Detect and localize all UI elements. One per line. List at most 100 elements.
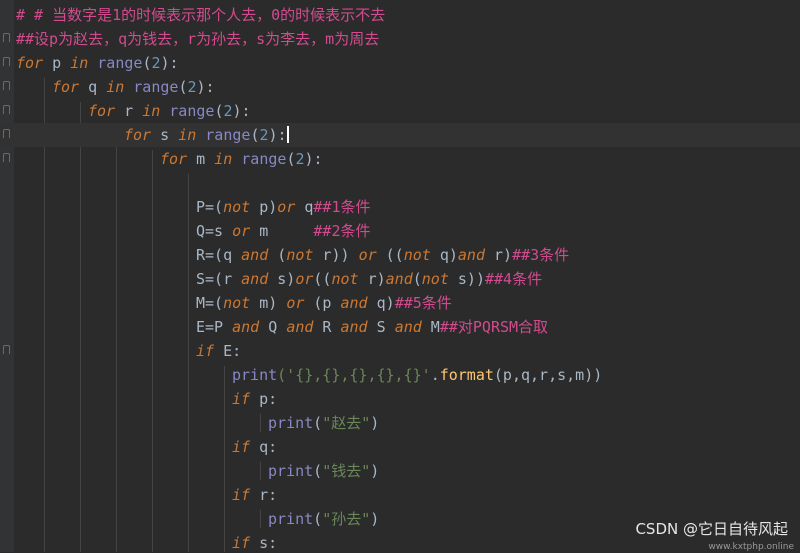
- code-token: R=(q: [196, 246, 242, 264]
- code-token: P=(: [196, 198, 224, 216]
- code-token: q): [367, 294, 395, 312]
- variable: q: [88, 78, 98, 96]
- number: 2: [151, 54, 161, 72]
- assign-p: P=(not p)or q##1条件: [196, 197, 371, 217]
- code-line[interactable]: if E:: [0, 339, 800, 363]
- code-token: s): [268, 270, 296, 288]
- code-token: (: [268, 246, 287, 264]
- code-token: S=(r: [196, 270, 242, 288]
- code-line[interactable]: R=(q and (not r)) or ((not q)and r)##3条件: [0, 243, 800, 267]
- fold-marker-icon[interactable]: [3, 57, 10, 66]
- code-token: q): [430, 246, 458, 264]
- code-token: (: [313, 414, 323, 432]
- code-line[interactable]: print('{},{},{},{},{}'.format(p,q,r,s,m)…: [0, 363, 800, 387]
- keyword: in: [142, 102, 161, 120]
- if-statement: if p:: [232, 389, 277, 409]
- code-token: M: [421, 318, 440, 336]
- keyword: not: [223, 294, 251, 312]
- code-token: Q=s: [196, 222, 233, 240]
- code-line[interactable]: Q=s or m ##2条件: [0, 219, 800, 243]
- code-token: E=P: [196, 318, 233, 336]
- operator: ):: [268, 126, 287, 144]
- code-line[interactable]: [0, 171, 800, 195]
- code-line[interactable]: if q:: [0, 435, 800, 459]
- variable: s: [160, 126, 170, 144]
- code-line[interactable]: if p:: [0, 387, 800, 411]
- operator: ):: [196, 78, 215, 96]
- keyword: and: [457, 246, 485, 264]
- code-line[interactable]: for p in range(2):: [0, 51, 800, 75]
- for-loop-r: for r in range(2):: [88, 101, 251, 121]
- builtin: range: [133, 78, 179, 96]
- comment: ##3条件: [512, 246, 570, 264]
- code-line[interactable]: M=(not m) or (p and q)##5条件: [0, 291, 800, 315]
- string: "孙去": [322, 510, 371, 528]
- keyword: or: [286, 294, 305, 312]
- code-token: r:: [250, 486, 278, 504]
- string: ('{},{},{},{},{}': [277, 366, 431, 384]
- assign-q: Q=s or m ##2条件: [196, 221, 371, 241]
- code-line[interactable]: print("赵去"): [0, 411, 800, 435]
- if-statement: if E:: [196, 341, 241, 361]
- keyword: for: [160, 150, 188, 168]
- code-token: q: [295, 198, 314, 216]
- if-statement: if s:: [232, 533, 277, 553]
- comment: ##对PQRSM合取: [439, 318, 549, 336]
- operator: .: [430, 366, 440, 384]
- fold-marker-icon[interactable]: [3, 345, 10, 354]
- fold-marker-icon[interactable]: [3, 105, 10, 114]
- code-token: (p: [304, 294, 341, 312]
- keyword: in: [106, 78, 125, 96]
- keyword: and: [286, 318, 314, 336]
- code-token: p): [250, 198, 278, 216]
- builtin: range: [169, 102, 215, 120]
- keyword: if: [196, 342, 215, 360]
- for-loop-m: for m in range(2):: [160, 149, 323, 169]
- code-token: m: [250, 222, 314, 240]
- code-token: s:: [250, 534, 278, 552]
- keyword: not: [286, 246, 314, 264]
- if-statement: if q:: [232, 437, 277, 457]
- code-line[interactable]: for m in range(2):: [0, 147, 800, 171]
- code-token: (p,q,r,s,m)): [493, 366, 603, 384]
- comment: ##4条件: [485, 270, 543, 288]
- code-line[interactable]: for q in range(2):: [0, 75, 800, 99]
- code-line[interactable]: for r in range(2):: [0, 99, 800, 123]
- code-line[interactable]: ##设p为赵去，q为钱去，r为孙去，s为李去，m为周去: [0, 27, 800, 51]
- keyword: and: [394, 318, 422, 336]
- code-token: ((: [313, 270, 332, 288]
- builtin: print: [268, 462, 314, 480]
- code-token: M=(: [196, 294, 224, 312]
- keyword: or: [358, 246, 377, 264]
- variable: p: [52, 54, 62, 72]
- code-line[interactable]: # # 当数字是1的时候表示那个人去，0的时候表示不去: [0, 3, 800, 27]
- code-token: ): [370, 414, 380, 432]
- code-line[interactable]: S=(r and s)or((not r)and(not s))##4条件: [0, 267, 800, 291]
- string: "赵去": [322, 414, 371, 432]
- code-token: ): [370, 462, 380, 480]
- current-code-line[interactable]: for s in range(2):: [0, 123, 800, 147]
- print-call: print('{},{},{},{},{}'.format(p,q,r,s,m)…: [232, 365, 602, 385]
- fold-marker-icon[interactable]: [3, 129, 10, 138]
- keyword: and: [340, 294, 368, 312]
- code-line[interactable]: if r:: [0, 483, 800, 507]
- fold-marker-icon[interactable]: [3, 33, 10, 42]
- print-call: print("孙去"): [268, 509, 379, 529]
- code-editor[interactable]: # # 当数字是1的时候表示那个人去，0的时候表示不去 ##设p为赵去，q为钱去…: [0, 0, 800, 552]
- code-line[interactable]: P=(not p)or q##1条件: [0, 195, 800, 219]
- variable: m: [196, 150, 206, 168]
- code-line[interactable]: print("钱去"): [0, 459, 800, 483]
- comment: ##设p为赵去，q为钱去，r为孙去，s为李去，m为周去: [16, 30, 380, 48]
- code-token: S: [367, 318, 395, 336]
- keyword: or: [295, 270, 314, 288]
- fold-marker-icon[interactable]: [3, 81, 10, 90]
- keyword: if: [232, 534, 251, 552]
- code-line[interactable]: E=P and Q and R and S and M##对PQRSM合取: [0, 315, 800, 339]
- fold-marker-icon[interactable]: [3, 153, 10, 162]
- builtin: range: [97, 54, 143, 72]
- code-token: (: [313, 510, 323, 528]
- watermark-url: www.kxtphp.online: [708, 542, 794, 552]
- keyword: and: [232, 318, 260, 336]
- text-cursor: [286, 126, 289, 143]
- watermark: CSDN @它日自待风起: [635, 520, 788, 538]
